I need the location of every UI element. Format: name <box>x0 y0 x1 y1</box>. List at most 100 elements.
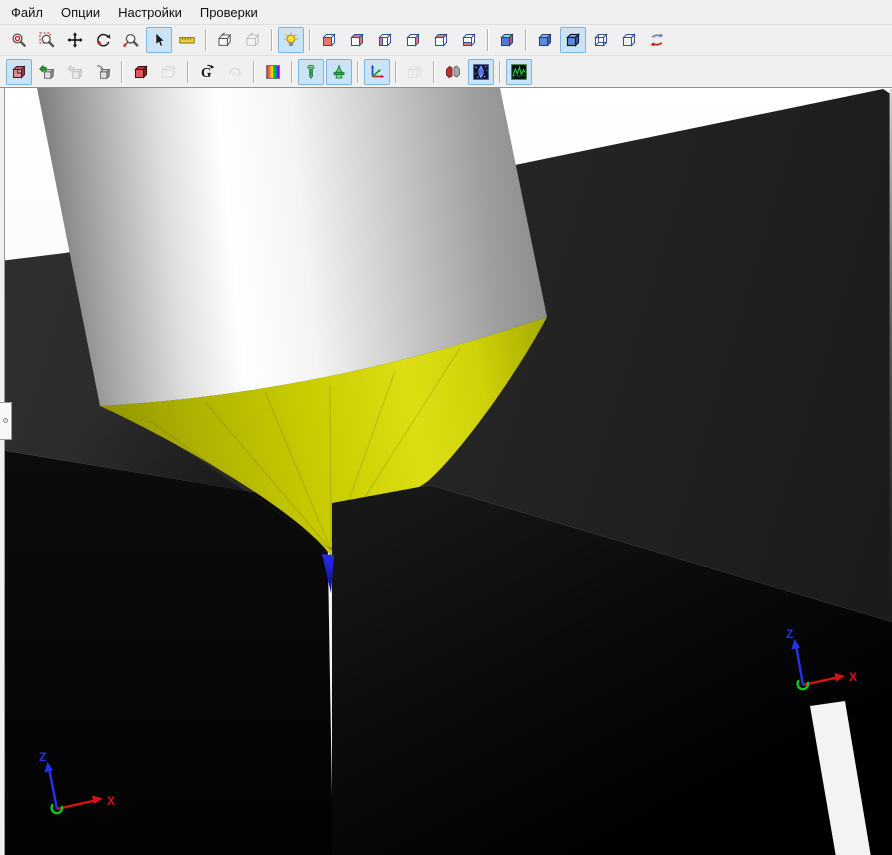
toolbar-separator <box>291 60 293 83</box>
load-model-icon <box>39 64 55 80</box>
view-back-button[interactable] <box>344 27 370 53</box>
zoom-window-icon <box>39 32 55 48</box>
compare-model-button[interactable] <box>128 59 154 85</box>
toolbar-separator <box>205 29 207 51</box>
export-model-button[interactable] <box>90 59 116 85</box>
show-holder-button[interactable] <box>326 58 352 85</box>
section-box-icon <box>217 32 233 48</box>
rotate-alt-icon <box>227 64 243 80</box>
zoom-dynamic-icon <box>123 32 139 48</box>
render-shaded-icon <box>537 32 553 48</box>
viewport-3d[interactable]: X Z X Z <box>0 87 892 855</box>
toolbar-separator <box>309 29 311 51</box>
view-top-icon <box>433 32 449 48</box>
view-right-button[interactable] <box>400 27 426 53</box>
axis-x-label: X <box>849 670 857 684</box>
render-shaded-button[interactable] <box>532 27 558 53</box>
menu-item-settings[interactable]: Настройки <box>109 1 191 24</box>
show-axes-icon <box>369 64 385 80</box>
zoom-target-icon <box>11 32 27 48</box>
view-front-button[interactable] <box>316 27 342 53</box>
measure-button[interactable] <box>174 27 200 53</box>
color-scale-button[interactable] <box>260 59 286 85</box>
toolbar-separator <box>499 60 501 83</box>
render-shaded-edges-button[interactable] <box>560 27 586 53</box>
simulation-icon <box>473 63 489 80</box>
stock-model-button[interactable] <box>6 58 32 85</box>
orbit-button[interactable] <box>90 27 116 53</box>
collision-button[interactable] <box>440 59 466 85</box>
rotate-g-icon: G <box>199 64 215 80</box>
reverse-direction-icon <box>649 32 665 48</box>
compare-model-icon <box>133 64 149 80</box>
section-box-alt-icon <box>245 32 261 48</box>
ghost-model-icon <box>407 64 423 80</box>
render-shaded-edges-icon <box>565 32 581 48</box>
toolbar-separator <box>253 60 255 83</box>
reverse-direction-button[interactable] <box>644 27 670 53</box>
view-left-button[interactable] <box>372 27 398 53</box>
menu-item-options[interactable]: Опции <box>52 1 109 24</box>
toolbar-separator <box>525 29 527 51</box>
zoom-window-button[interactable] <box>34 27 60 53</box>
zoom-target-button[interactable] <box>6 27 32 53</box>
view-left-icon <box>377 32 393 48</box>
export-model-icon <box>95 64 111 80</box>
simulation-button[interactable] <box>468 58 494 85</box>
view-right-icon <box>405 32 421 48</box>
application-window: Файл Опции Настройки Проверки G X Z X Z <box>0 0 892 855</box>
rotate-g-button[interactable]: G <box>194 59 220 85</box>
collision-icon <box>445 64 461 80</box>
menu-bar: Файл Опции Настройки Проверки <box>0 0 892 24</box>
toolbar-separator <box>121 60 123 83</box>
axis-z-label: Z <box>39 750 46 764</box>
render-wireframe-button[interactable] <box>616 27 642 53</box>
show-axes-button[interactable] <box>364 58 390 85</box>
left-panel-toggle[interactable] <box>0 402 12 440</box>
toolbar-view <box>0 24 892 55</box>
rotate-alt-button[interactable] <box>222 59 248 85</box>
section-box-alt-button[interactable] <box>240 27 266 53</box>
view-front-icon <box>321 32 337 48</box>
axis-z-label: Z <box>786 627 793 641</box>
render-hidden-line-icon <box>593 32 609 48</box>
view-iso-icon <box>499 32 515 48</box>
load-model-alt-button[interactable] <box>62 59 88 85</box>
toolpath-graph-icon <box>511 63 527 80</box>
select-cursor-icon <box>151 32 167 48</box>
view-bottom-button[interactable] <box>456 27 482 53</box>
toolbar-separator <box>395 60 397 83</box>
light-button[interactable] <box>278 27 304 53</box>
toolbar-separator <box>187 60 189 83</box>
show-holder-icon <box>331 64 347 80</box>
select-cursor-button[interactable] <box>146 27 172 53</box>
view-bottom-icon <box>461 32 477 48</box>
stock-model-icon <box>11 64 27 80</box>
view-iso-button[interactable] <box>494 27 520 53</box>
svg-text:G: G <box>201 64 212 79</box>
compare-model-alt-button[interactable] <box>156 59 182 85</box>
color-scale-icon <box>265 64 281 80</box>
toolbar-separator <box>487 29 489 51</box>
show-tool-button[interactable] <box>298 58 324 85</box>
pan-icon <box>67 32 83 48</box>
left-panel-splitter[interactable] <box>0 88 5 855</box>
show-tool-icon <box>303 64 319 80</box>
load-model-button[interactable] <box>34 59 60 85</box>
toolbar-model: G <box>0 55 892 87</box>
view-back-icon <box>349 32 365 48</box>
toolpath-graph-button[interactable] <box>506 58 532 85</box>
section-box-button[interactable] <box>212 27 238 53</box>
menu-item-checks[interactable]: Проверки <box>191 1 267 24</box>
measure-icon <box>179 32 195 48</box>
scene-3d[interactable]: X Z X Z <box>0 88 892 855</box>
menu-item-file[interactable]: Файл <box>2 1 52 24</box>
view-top-button[interactable] <box>428 27 454 53</box>
toolbar-separator <box>357 60 359 83</box>
pan-button[interactable] <box>62 27 88 53</box>
render-hidden-line-button[interactable] <box>588 27 614 53</box>
ghost-model-button[interactable] <box>402 59 428 85</box>
toolbar-separator <box>271 29 273 51</box>
load-model-alt-icon <box>67 64 83 80</box>
zoom-dynamic-button[interactable] <box>118 27 144 53</box>
